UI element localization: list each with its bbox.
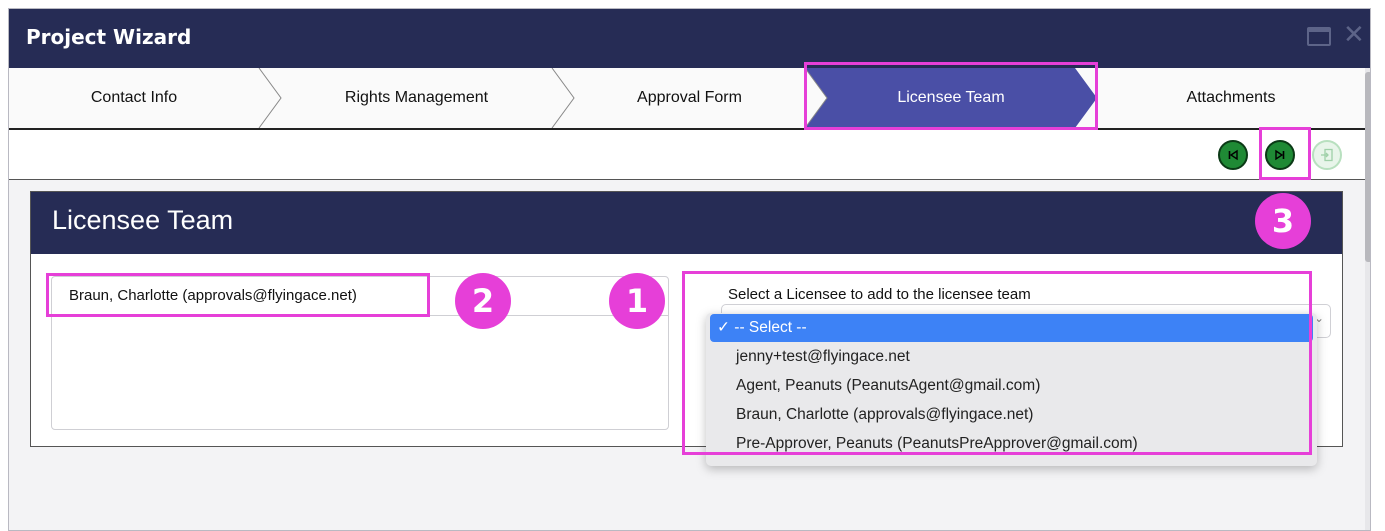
annotation-badge-2: 2 bbox=[455, 273, 511, 329]
scrollbar[interactable] bbox=[1365, 68, 1370, 530]
dropdown-option[interactable]: Pre-Approver, Peanuts (PeanutsPreApprove… bbox=[710, 430, 1313, 458]
step-divider bbox=[258, 68, 282, 128]
tab-approval-form[interactable]: Approval Form bbox=[574, 68, 805, 128]
tab-label: Attachments bbox=[1186, 89, 1276, 106]
tab-label: Rights Management bbox=[344, 89, 489, 106]
tab-contact-info[interactable]: Contact Info bbox=[9, 68, 259, 128]
member-name: Braun, Charlotte (approvals@flyingace.ne… bbox=[69, 287, 357, 304]
maximize-icon[interactable] bbox=[1307, 27, 1331, 46]
step-divider bbox=[551, 68, 575, 128]
panel-header: Licensee Team bbox=[31, 192, 1342, 254]
tab-rights-management[interactable]: Rights Management bbox=[281, 68, 552, 128]
dropdown-option[interactable]: Agent, Peanuts (PeanutsAgent@gmail.com) bbox=[710, 372, 1313, 400]
finish-button[interactable] bbox=[1312, 140, 1342, 170]
title-bar: Project Wizard ✕ bbox=[9, 9, 1370, 68]
wizard-stepper: Contact Info Rights Management Approval … bbox=[9, 68, 1365, 130]
project-wizard-window: Project Wizard ✕ Contact Info Rights Man… bbox=[8, 8, 1371, 531]
window-title: Project Wizard bbox=[26, 25, 192, 49]
licensee-dropdown-menu: ✓ -- Select -- jenny+test@flyingace.net … bbox=[706, 313, 1317, 466]
export-icon bbox=[1321, 148, 1333, 162]
dropdown-option[interactable]: Braun, Charlotte (approvals@flyingace.ne… bbox=[710, 401, 1313, 429]
wizard-toolbar bbox=[9, 130, 1365, 180]
skip-back-icon bbox=[1228, 149, 1238, 161]
annotation-badge-3: 3 bbox=[1255, 193, 1311, 249]
tab-attachments[interactable]: Attachments bbox=[1097, 68, 1365, 128]
scrollbar-thumb[interactable] bbox=[1365, 72, 1370, 262]
previous-step-button[interactable] bbox=[1218, 140, 1248, 170]
close-icon[interactable]: ✕ bbox=[1343, 21, 1365, 47]
skip-forward-icon bbox=[1275, 149, 1285, 161]
panel-title: Licensee Team bbox=[52, 205, 234, 235]
annotation-badge-1: 1 bbox=[609, 273, 665, 329]
tab-label: Approval Form bbox=[637, 89, 742, 106]
dropdown-option[interactable]: ✓ -- Select -- bbox=[710, 314, 1313, 342]
tab-label: Contact Info bbox=[90, 89, 178, 106]
tab-label: Licensee Team bbox=[897, 89, 1005, 106]
list-item[interactable]: Braun, Charlotte (approvals@flyingace.ne… bbox=[52, 277, 668, 316]
licensee-select-label: Select a Licensee to add to the licensee… bbox=[728, 286, 1031, 303]
licensee-team-list[interactable]: Braun, Charlotte (approvals@flyingace.ne… bbox=[51, 276, 669, 430]
tab-licensee-team[interactable]: Licensee Team bbox=[827, 68, 1075, 128]
next-step-button[interactable] bbox=[1265, 140, 1295, 170]
dropdown-option[interactable]: jenny+test@flyingace.net bbox=[710, 343, 1313, 371]
